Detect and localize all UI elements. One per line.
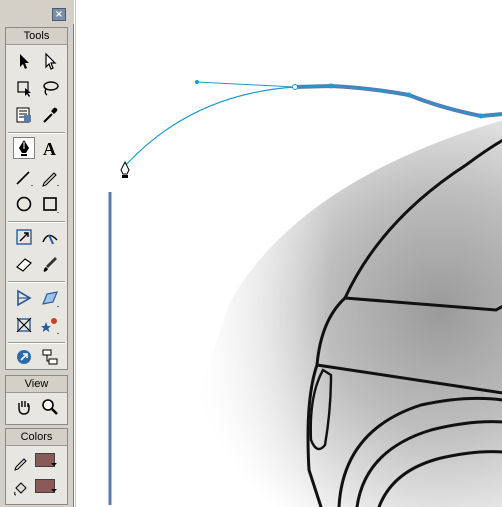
rectangle-tool[interactable] <box>39 193 61 215</box>
panel-titlebar[interactable]: × <box>0 0 74 24</box>
tools-section-title: Tools <box>6 28 67 45</box>
path-edit-tool[interactable] <box>39 226 61 248</box>
pencil-tool[interactable] <box>39 166 61 188</box>
tools-section: Tools A <box>5 27 68 370</box>
pen-icon <box>19 140 29 156</box>
close-button[interactable]: × <box>52 8 66 21</box>
tools-separator <box>8 132 65 134</box>
pencil-icon <box>42 172 59 187</box>
line-tool[interactable] <box>13 166 35 188</box>
hand-tool[interactable] <box>13 396 35 418</box>
line-icon <box>16 171 33 186</box>
zoom-tool[interactable] <box>39 396 61 418</box>
pen-tool[interactable] <box>13 137 35 159</box>
anchor-point[interactable] <box>478 113 484 119</box>
brush-tool[interactable] <box>39 253 61 275</box>
hierarchy-icon <box>42 349 58 365</box>
view-section: View <box>5 375 68 425</box>
rectangle-icon <box>43 197 59 213</box>
colors-section: Colors <box>5 428 68 505</box>
text-edit-tool[interactable] <box>13 104 35 126</box>
arrow-tool[interactable] <box>13 50 35 72</box>
effects-tool[interactable] <box>39 314 61 336</box>
lasso-icon <box>43 81 59 96</box>
link-tool[interactable] <box>13 346 35 368</box>
text-a-icon: A <box>43 139 56 158</box>
eraser-icon <box>16 258 32 272</box>
oval-tool[interactable] <box>13 193 35 215</box>
stroke-pencil-icon <box>14 458 27 471</box>
tools-separator <box>8 221 65 223</box>
free-transform-tool[interactable] <box>13 77 35 99</box>
free-transform-icon <box>17 81 31 97</box>
effects-star-icon <box>41 318 59 334</box>
fill-color-dropdown-arrow[interactable] <box>51 489 57 492</box>
hand-icon <box>18 401 30 415</box>
tools-separator <box>8 342 65 344</box>
skew-tool[interactable] <box>39 287 61 309</box>
text-tool-glyph: A <box>43 139 56 158</box>
view-section-title: View <box>6 376 67 393</box>
text-tool[interactable]: A <box>39 137 61 159</box>
stroked-path[interactable] <box>294 83 502 119</box>
arrow-icon <box>20 54 29 69</box>
eyedropper-tool[interactable] <box>39 104 61 126</box>
bezier-handle-point[interactable] <box>195 80 199 84</box>
canvas-artwork <box>108 80 502 507</box>
fill-color-label <box>10 477 32 499</box>
skew-icon <box>42 291 59 307</box>
scale-tool[interactable] <box>13 226 35 248</box>
anchor-point[interactable] <box>328 83 334 89</box>
magnifier-icon <box>42 399 58 415</box>
subselect-tool[interactable] <box>39 50 61 72</box>
crop-icon <box>16 317 32 333</box>
stroke-color-label <box>10 451 32 473</box>
tools-separator <box>8 281 65 283</box>
text-block-icon <box>16 107 31 123</box>
tools-panel: × Tools A View Colors <box>0 0 74 507</box>
link-icon <box>17 350 31 364</box>
paint-bucket-icon <box>14 482 27 496</box>
subselect-arrow-icon <box>45 52 57 70</box>
application-window: × Tools A View Colors <box>0 0 502 507</box>
colors-section-title: Colors <box>6 429 67 446</box>
anchor-point[interactable] <box>292 84 298 90</box>
crop-tool[interactable] <box>13 314 35 336</box>
scale-icon <box>16 229 32 245</box>
drawing-canvas[interactable] <box>75 0 502 507</box>
brush-icon <box>43 257 57 272</box>
bezier-handle-line <box>196 81 296 88</box>
stroke-color-dropdown-arrow[interactable] <box>51 463 57 466</box>
eraser-tool[interactable] <box>13 253 35 275</box>
anchor-point[interactable] <box>406 92 412 98</box>
oval-icon <box>16 196 32 212</box>
path-edit-icon <box>42 234 58 245</box>
gradient-icon <box>17 289 32 307</box>
pen-cursor-icon <box>120 160 130 178</box>
eyedropper-icon <box>43 107 58 123</box>
gradient-tool[interactable] <box>13 287 35 309</box>
lasso-tool[interactable] <box>39 77 61 99</box>
hierarchy-tool[interactable] <box>39 346 61 368</box>
